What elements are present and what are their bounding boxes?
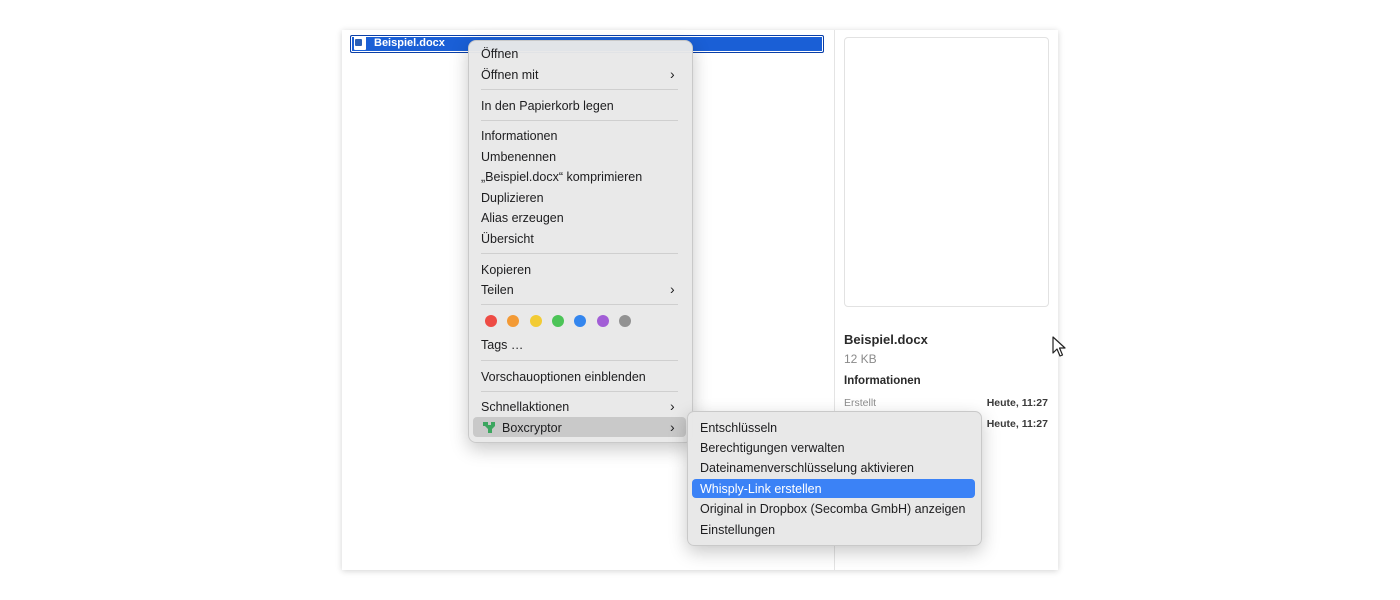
menu-item-share[interactable]: Teilen [481, 282, 514, 298]
menu-item-boxcryptor[interactable]: Boxcryptor [502, 420, 562, 436]
tag-purple-dot[interactable] [597, 315, 609, 327]
chevron-right-icon: › [670, 419, 675, 435]
preview-modified-value: Heute, 11:27 [986, 418, 1048, 430]
menu-separator [481, 304, 678, 305]
tag-blue-dot[interactable] [574, 315, 586, 327]
submenu-item-manage-permissions[interactable]: Berechtigungen verwalten [700, 440, 845, 456]
preview-thumbnail [844, 37, 1049, 307]
tag-yellow-dot[interactable] [530, 315, 542, 327]
preview-created-label: Erstellt [844, 397, 877, 409]
chevron-right-icon: › [670, 66, 675, 82]
menu-item-make-alias[interactable]: Alias erzeugen [481, 210, 564, 226]
menu-item-open[interactable]: Öffnen [481, 46, 518, 62]
menu-item-duplicate[interactable]: Duplizieren [481, 190, 544, 206]
submenu-item-decrypt[interactable]: Entschlüsseln [700, 420, 777, 436]
menu-separator [481, 391, 678, 392]
menu-item-open-with[interactable]: Öffnen mit [481, 67, 538, 83]
menu-item-compress[interactable]: „Beispiel.docx“ komprimieren [481, 169, 642, 185]
tag-red-dot[interactable] [485, 315, 497, 327]
preview-size: 12 KB [844, 352, 877, 366]
submenu-item-enable-filename-encryption[interactable]: Dateinamenverschlüsselung aktivieren [700, 460, 914, 476]
menu-item-copy[interactable]: Kopieren [481, 262, 531, 278]
boxcryptor-icon [483, 422, 495, 433]
mouse-pointer-icon [1052, 336, 1066, 357]
submenu-item-show-original-in-dropbox[interactable]: Original in Dropbox (Secomba GmbH) anzei… [700, 501, 965, 517]
tag-orange-dot[interactable] [507, 315, 519, 327]
chevron-right-icon: › [670, 281, 675, 297]
menu-item-rename[interactable]: Umbenennen [481, 149, 556, 165]
menu-separator [481, 120, 678, 121]
tag-green-dot[interactable] [552, 315, 564, 327]
preview-title: Beispiel.docx [844, 332, 928, 347]
submenu-item-whisply-link[interactable]: Whisply-Link erstellen [700, 481, 822, 497]
menu-item-move-to-trash[interactable]: In den Papierkorb legen [481, 98, 614, 114]
menu-separator [481, 253, 678, 254]
menu-item-quick-actions[interactable]: Schnellaktionen [481, 399, 569, 415]
menu-separator [481, 89, 678, 90]
menu-item-show-preview-options[interactable]: Vorschauoptionen einblenden [481, 369, 646, 385]
chevron-right-icon: › [670, 398, 675, 414]
tag-gray-dot[interactable] [619, 315, 631, 327]
preview-created-value: Heute, 11:27 [986, 397, 1048, 409]
menu-separator [481, 360, 678, 361]
menu-item-quick-look[interactable]: Übersicht [481, 231, 534, 247]
submenu-item-settings[interactable]: Einstellungen [700, 522, 775, 538]
preview-info-heading: Informationen [844, 375, 921, 387]
menu-item-get-info[interactable]: Informationen [481, 128, 557, 144]
menu-item-tags[interactable]: Tags … [481, 337, 523, 353]
word-document-icon [354, 36, 366, 50]
file-name[interactable]: Beispiel.docx [374, 36, 445, 50]
